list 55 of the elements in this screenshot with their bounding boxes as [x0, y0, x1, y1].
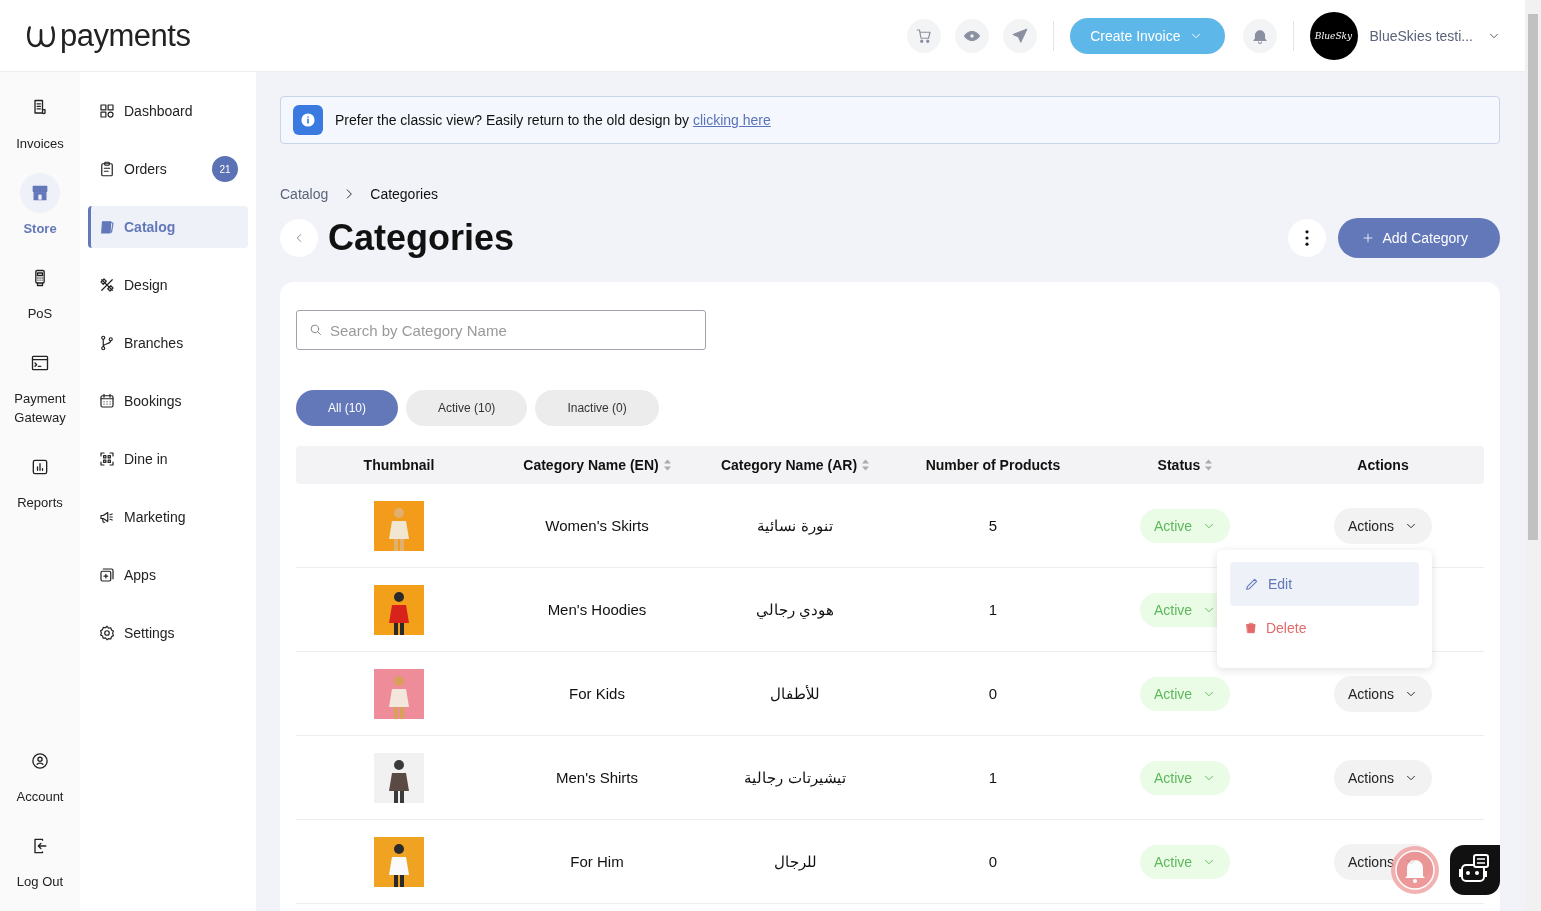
- column-header[interactable]: Category Name (AR): [720, 457, 858, 473]
- category-name: For Him: [570, 853, 624, 870]
- column-header[interactable]: Category Name (EN): [523, 457, 659, 473]
- category-name-arabic: تيشيرتات رجالية: [744, 768, 846, 787]
- rail-item[interactable]: Account: [16, 741, 64, 806]
- classic-view-link[interactable]: clicking here: [692, 112, 771, 128]
- actions-dropdown[interactable]: Actions: [1334, 507, 1432, 544]
- rail-item[interactable]: Log Out: [16, 826, 64, 891]
- sidebar-item[interactable]: Orders 21: [88, 148, 248, 190]
- sidebar-item[interactable]: Branches: [88, 322, 248, 364]
- column-header: Thumbnail: [363, 457, 435, 473]
- actions-dropdown[interactable]: Actions: [1334, 675, 1432, 712]
- filter-tab[interactable]: Inactive (0): [535, 390, 659, 426]
- logo-text: payments: [60, 17, 191, 54]
- breadcrumb-item[interactable]: Catalog: [280, 186, 329, 202]
- sidebar-item[interactable]: Design: [88, 264, 248, 306]
- category-name-arabic: للرجال: [773, 852, 817, 871]
- product-count: 0: [988, 853, 998, 870]
- column-header[interactable]: Status: [1157, 457, 1201, 473]
- category-name: Men's Hoodies: [547, 601, 647, 618]
- banner-text: Prefer the classic view? Easily return to the old design by clicking here: [335, 112, 771, 128]
- actions-dropdown[interactable]: Actions: [1334, 759, 1432, 796]
- category-name-arabic: للأطفال: [770, 684, 820, 703]
- product-count: 1: [988, 769, 998, 786]
- user-name[interactable]: BlueSkies testi...: [1369, 27, 1473, 44]
- sidebar-item[interactable]: Dashboard: [88, 90, 248, 132]
- user-avatar[interactable]: BlueSky: [1309, 11, 1358, 60]
- category-name: Women's Skirts: [545, 517, 649, 534]
- filter-tab[interactable]: Active (10): [406, 390, 528, 426]
- count-badge: 21: [212, 156, 238, 182]
- sidebar-item[interactable]: Catalog: [88, 206, 248, 248]
- sidebar-item[interactable]: Marketing: [88, 496, 248, 538]
- menu-item[interactable]: Edit: [1229, 561, 1419, 606]
- rail-item[interactable]: Payment Gateway: [14, 343, 66, 427]
- category-name-arabic: تنورة نسائية: [757, 516, 833, 535]
- category-name-arabic: هودي رجالي: [755, 600, 835, 619]
- sidebar-item[interactable]: Bookings: [88, 380, 248, 422]
- product-count: 5: [988, 517, 998, 534]
- category-name: For Kids: [569, 685, 625, 702]
- add-category-button[interactable]: Add Category: [1338, 218, 1500, 258]
- product-count: 1: [988, 601, 998, 618]
- category-name: Men's Shirts: [555, 769, 639, 786]
- sidebar-item[interactable]: Dine in: [88, 438, 248, 480]
- rail-item[interactable]: Invoices: [16, 88, 64, 153]
- rail-item[interactable]: Reports: [17, 447, 63, 512]
- search-field[interactable]: Search by Category Name: [296, 310, 706, 350]
- sidebar-item[interactable]: Apps: [88, 554, 248, 596]
- breadcrumb-item: Categories: [370, 186, 438, 202]
- page-title: Categories: [328, 217, 515, 259]
- filter-tab[interactable]: All (10): [296, 390, 398, 426]
- product-count: 0: [988, 685, 998, 702]
- rail-item[interactable]: PoS: [20, 258, 60, 323]
- column-header: Actions: [1357, 457, 1409, 473]
- sidebar-item[interactable]: Settings: [88, 612, 248, 654]
- column-header: Number of Products: [925, 457, 1061, 473]
